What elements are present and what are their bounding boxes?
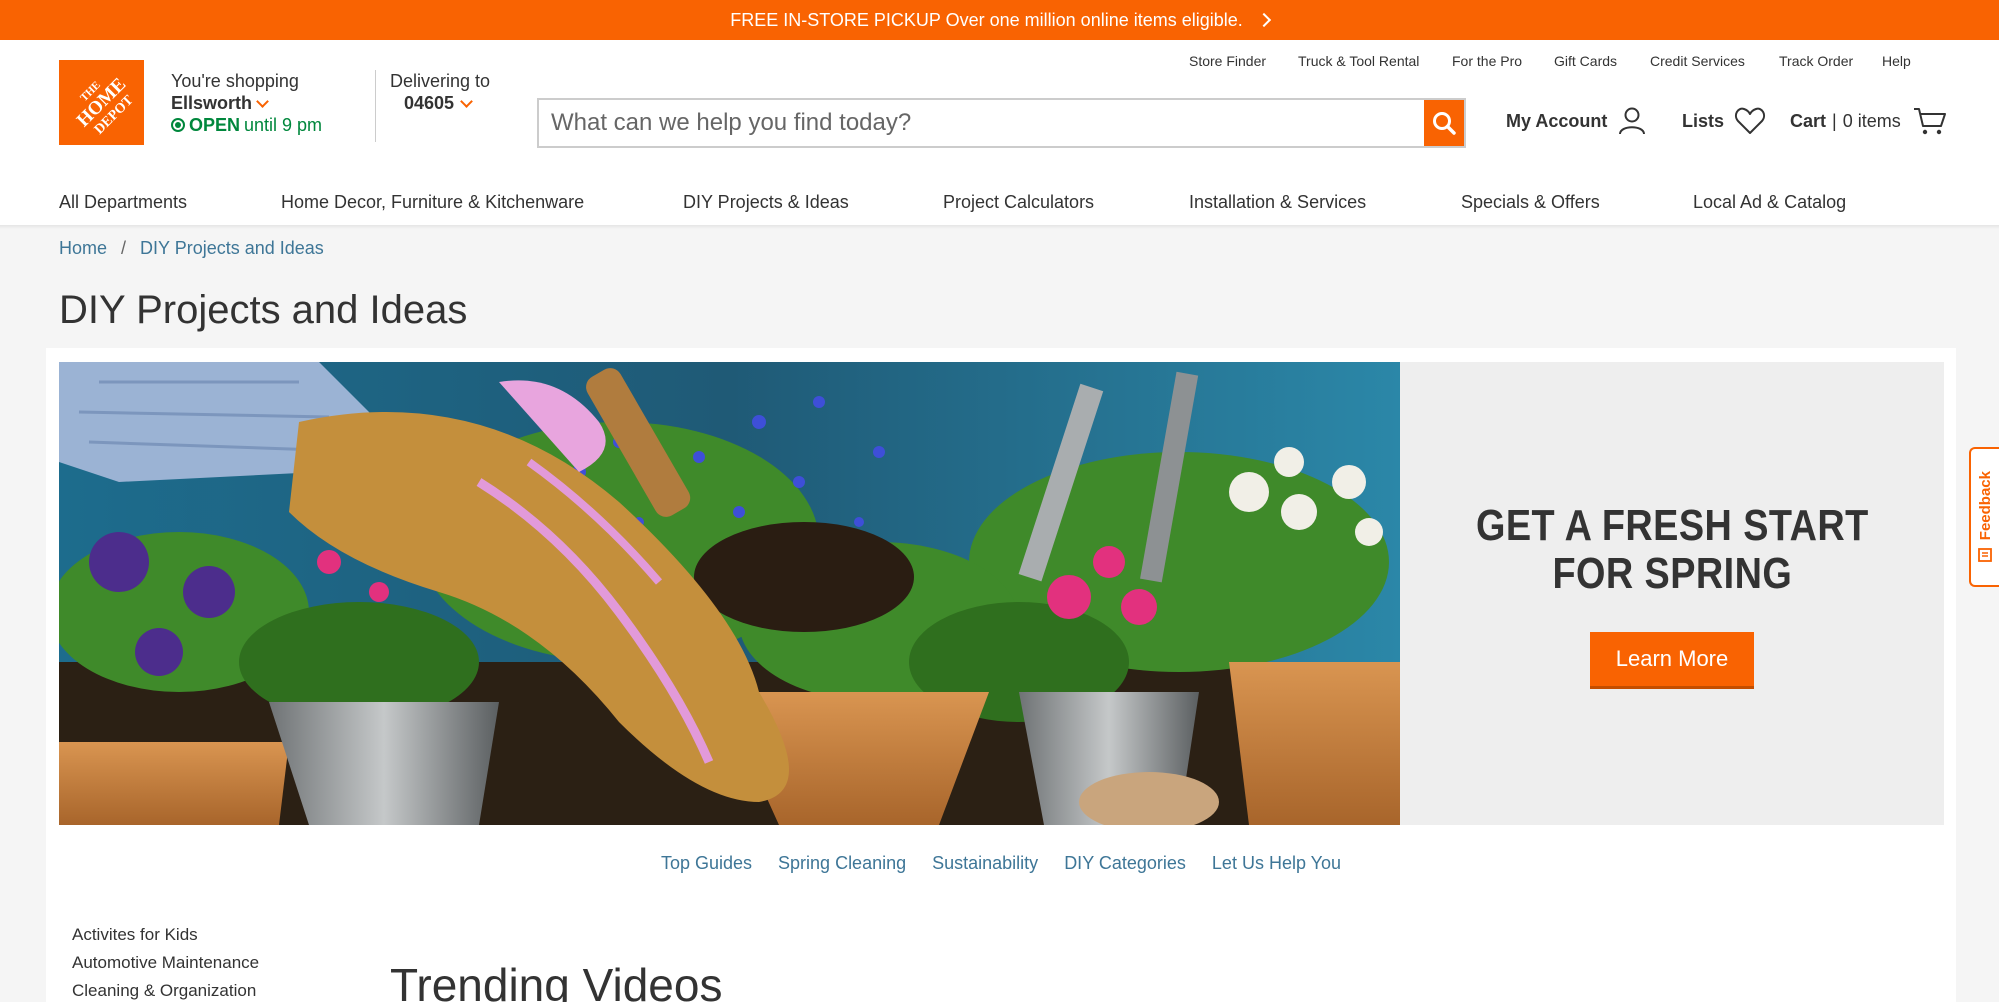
search-bar [537,98,1466,148]
utility-link-credit-services[interactable]: Credit Services [1650,53,1745,69]
hero-photo [59,362,1400,825]
category-link[interactable]: Activites for Kids [72,921,259,949]
page-title: DIY Projects and Ideas [59,288,468,332]
utility-link-gift-cards[interactable]: Gift Cards [1554,53,1617,69]
utility-link-for-the-pro[interactable]: For the Pro [1452,53,1522,69]
nav-diy-projects[interactable]: DIY Projects & Ideas [683,180,849,225]
breadcrumb-separator: / [121,238,127,258]
learn-more-button[interactable]: Learn More [1589,631,1755,686]
section-link-sustainability[interactable]: Sustainability [932,853,1038,874]
store-label: You're shopping [171,71,299,91]
search-button[interactable] [1424,100,1464,146]
search-input[interactable] [539,100,1424,146]
category-sidebar: Activites for Kids Automotive Maintenanc… [72,921,259,1002]
utility-link-truck-tool-rental[interactable]: Truck & Tool Rental [1298,53,1419,69]
cart-icon [1913,108,1946,135]
lists-button[interactable]: Lists [1682,106,1766,136]
search-icon [1433,112,1456,135]
cart-label: Cart [1790,110,1827,131]
nav-specials-offers[interactable]: Specials & Offers [1461,180,1600,225]
my-account-button[interactable]: My Account [1506,106,1647,136]
feedback-icon [1978,547,1992,562]
my-account-label: My Account [1506,110,1608,131]
store-selector[interactable]: You're shopping Ellsworth OPEN until 9 pm [171,70,322,136]
section-link-diy-categories[interactable]: DIY Categories [1064,853,1186,874]
hero-promo-panel: GET A FRESH START FOR SPRING Learn More [1400,362,1944,825]
delivery-zip[interactable]: 04605 [390,92,490,114]
open-status-icon [171,118,185,132]
chevron-right-icon [1256,12,1271,28]
delivery-zip-selector[interactable]: Delivering to 04605 [390,70,490,114]
breadcrumb: Home / DIY Projects and Ideas [59,238,324,259]
store-name[interactable]: Ellsworth [171,92,322,114]
category-link[interactable]: Automotive Maintenance [72,949,259,977]
utility-link-track-order[interactable]: Track Order [1779,53,1853,69]
section-link-spring-cleaning[interactable]: Spring Cleaning [778,853,906,874]
category-link[interactable]: Cleaning & Organization [72,977,259,1002]
cart-button[interactable]: Cart | 0 items [1790,106,1947,136]
promo-text: FREE IN-STORE PICKUP Over one million on… [730,9,1243,30]
chevron-down-icon [256,94,269,108]
delivery-label: Delivering to [390,71,491,91]
section-links: Top Guides Spring Cleaning Sustainabilit… [46,853,1956,874]
lists-label: Lists [1682,110,1725,131]
hero-headline: GET A FRESH START FOR SPRING [1475,500,1869,598]
site-header: THE HOME DEPOT You're shopping Ellsworth… [0,40,1999,225]
nav-local-ad-catalog[interactable]: Local Ad & Catalog [1693,180,1846,225]
feedback-tab[interactable]: Feedback [1969,447,1999,587]
hero-image-gardening[interactable] [59,362,1400,825]
section-link-top-guides[interactable]: Top Guides [661,853,752,874]
nav-project-calculators[interactable]: Project Calculators [943,180,1094,225]
utility-link-store-finder[interactable]: Store Finder [1189,53,1266,69]
section-link-let-us-help-you[interactable]: Let Us Help You [1212,853,1341,874]
nav-home-decor[interactable]: Home Decor, Furniture & Kitchenware [281,180,584,225]
cart-count: 0 items [1842,110,1901,131]
breadcrumb-home[interactable]: Home [59,238,107,259]
main-nav: All Departments Home Decor, Furniture & … [0,180,1999,225]
nav-installation-services[interactable]: Installation & Services [1189,180,1366,225]
cart-separator: | [1832,110,1837,131]
user-icon [1619,107,1646,135]
store-status: OPEN until 9 pm [171,114,322,136]
promo-banner[interactable]: FREE IN-STORE PICKUP Over one million on… [0,0,1999,40]
feedback-label: Feedback [1976,471,1994,541]
utility-link-help[interactable]: Help [1882,53,1911,69]
content-card: GET A FRESH START FOR SPRING Learn More T… [46,348,1956,1002]
utility-links: Store Finder Truck & Tool Rental For the… [0,53,1999,73]
heart-icon [1735,107,1766,134]
header-shadow [0,225,1999,229]
header-divider [375,70,376,142]
breadcrumb-diy-projects[interactable]: DIY Projects and Ideas [140,238,324,259]
section-title-trending-videos: Trending Videos [390,959,723,1002]
nav-all-departments[interactable]: All Departments [59,180,187,225]
chevron-down-icon [460,94,473,108]
